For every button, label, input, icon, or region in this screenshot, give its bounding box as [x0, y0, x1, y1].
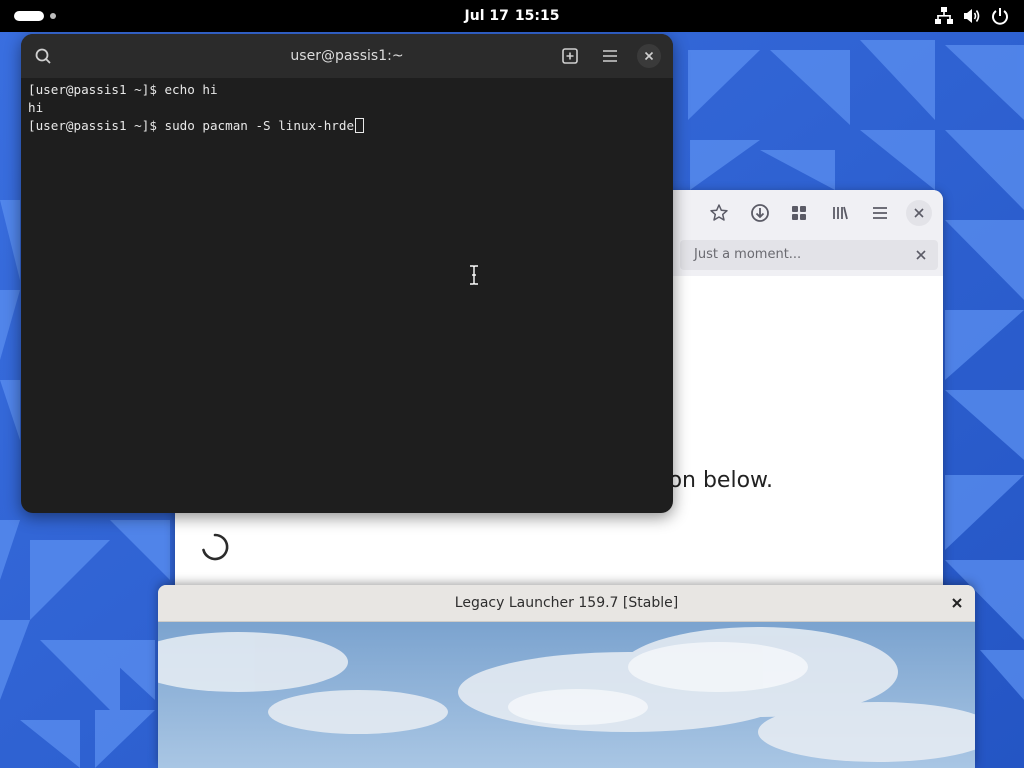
tab-title: Just a moment... [694, 247, 802, 262]
star-icon[interactable] [705, 200, 733, 226]
terminal-prompt: [user@passis1 ~]$ [28, 118, 165, 133]
library-icon[interactable] [826, 200, 854, 226]
terminal-input-line[interactable]: [user@passis1 ~]$ sudo pacman -S linux-h… [28, 117, 668, 135]
loading-spinner-icon [199, 531, 231, 563]
clock-time: 15:15 [514, 8, 560, 24]
new-tab-icon[interactable] [558, 44, 582, 68]
launcher-window[interactable]: Legacy Launcher 159.7 [Stable] [158, 585, 975, 768]
terminal-close-button[interactable] [637, 44, 661, 68]
clock[interactable]: Jul 17 15:15 [440, 0, 584, 32]
terminal-line: [user@passis1 ~]$ echo hi [28, 82, 218, 97]
launcher-background-image [158, 622, 975, 768]
activities-button[interactable] [14, 11, 56, 21]
workspace-indicator-active [14, 11, 44, 21]
terminal-input[interactable]: sudo pacman -S linux-hrde [164, 118, 354, 133]
top-bar: Jul 17 15:15 [0, 0, 1024, 32]
terminal-output[interactable]: [user@passis1 ~]$ echo hi hi [user@passi… [28, 81, 668, 135]
terminal-line: hi [28, 100, 44, 115]
menu-icon[interactable] [866, 200, 894, 226]
hamburger-menu-icon[interactable] [598, 44, 622, 68]
terminal-header: user@passis1:~ [21, 34, 673, 78]
download-icon[interactable] [746, 200, 774, 226]
terminal-window[interactable]: user@passis1:~ [user@passis1 ~]$ echo hi… [21, 34, 673, 513]
terminal-cursor [355, 118, 365, 133]
close-icon[interactable] [906, 200, 932, 226]
launcher-title: Legacy Launcher 159.7 [Stable] [454, 595, 679, 611]
workspace-indicator-dot [50, 13, 56, 19]
tab-close-icon[interactable] [912, 246, 930, 264]
clock-date: Jul 17 [464, 8, 509, 24]
browser-tab[interactable]: Just a moment... [680, 240, 938, 270]
extensions-icon[interactable] [785, 200, 813, 226]
launcher-close-icon[interactable] [948, 594, 966, 612]
power-icon[interactable] [990, 6, 1010, 26]
launcher-header: Legacy Launcher 159.7 [Stable] [158, 585, 975, 622]
network-icon[interactable] [934, 6, 954, 26]
text-cursor-icon [468, 264, 480, 286]
volume-icon[interactable] [962, 6, 982, 26]
